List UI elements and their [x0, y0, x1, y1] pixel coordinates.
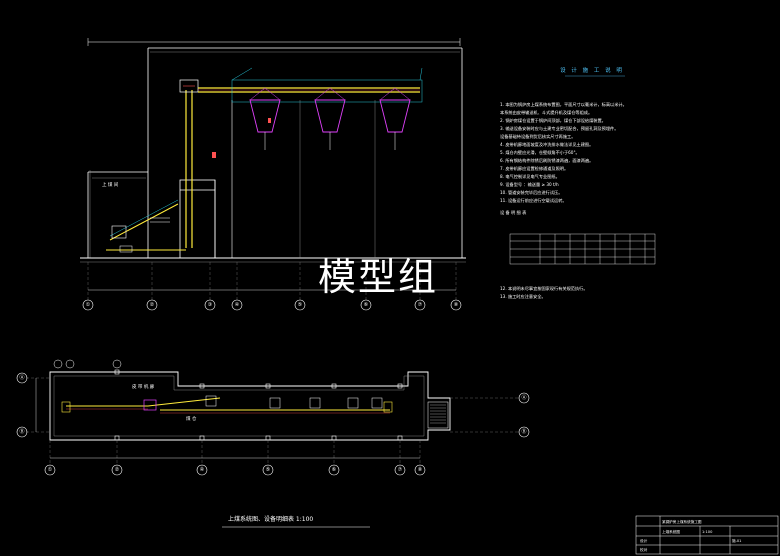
note-line-9: 7. 皮带机廊应设置检修通道及照明。: [500, 165, 568, 172]
note-line-8: 6. 所有钢结构件除锈后刷防锈漆两遍，面漆两遍。: [500, 157, 593, 164]
notes-title: 设 计 施 工 说 明: [560, 66, 624, 74]
plan-axis-1: ①: [48, 467, 53, 473]
plan-axis-right-a: Ⓐ: [521, 394, 526, 401]
note-line-2: 本系统由皮带输送机、斗式提升机及煤仓等组成。: [500, 109, 592, 116]
tb-drawing-name: 上煤系统图: [662, 529, 680, 534]
plan-axis-5: ⑤: [266, 467, 270, 473]
plan-axis-8: ⑧: [418, 467, 423, 473]
plan-room-conveyor: 皮 带 机 廊: [132, 383, 155, 390]
tb-checker: 校对: [640, 547, 648, 552]
elevation-axis-1: ①: [86, 302, 91, 308]
plan-axis-left-b: Ⓑ: [19, 428, 24, 435]
note-line-12: 10. 管道安装完毕后应进行试压。: [500, 189, 562, 196]
note-line-3: 2. 锅炉房煤仓设置于锅炉间顶部，煤仓下部设给煤装置。: [500, 117, 606, 124]
plan-axis-right-b: Ⓑ: [521, 428, 526, 435]
note-line-10: 8. 电气控制详见电气专业图纸。: [500, 173, 560, 180]
elevation-axis-2: ②: [150, 302, 155, 308]
tb-scale: 1:100: [702, 530, 713, 534]
plan-axis-left-a: Ⓐ: [19, 374, 24, 381]
elevation-axis-4: ④: [235, 302, 240, 308]
plan-axis-4: ④: [200, 467, 205, 473]
note-line-1: 1. 本图为锅炉房上煤系统布置图，平面尺寸以毫米计，标高以米计。: [500, 101, 627, 108]
watermark-text: 模型组: [318, 255, 438, 299]
tb-project: 某锅炉房上煤系统施工图: [662, 519, 702, 524]
plan-axis-7: ⑦: [398, 467, 403, 473]
elevation-axis-6: ⑥: [364, 302, 369, 308]
note-line-14: 12. 本说明未尽事宜按国家现行有关规范执行。: [500, 285, 588, 292]
plan-axis-2: ②: [115, 467, 120, 473]
plan-axis-6: ⑥: [332, 467, 337, 473]
note-line-13: 11. 设备运行前应进行空载试运转。: [500, 197, 567, 204]
cad-drawing-canvas: 上 煤 间 ① ② ③ ④ ⑤ ⑥ ⑦ ⑧ 设 计 施 工 说 明 1. 本图为…: [0, 0, 780, 556]
note-line-11: 9. 设备型号 ：输送量 ≥ 30 t/h: [500, 181, 559, 188]
tb-designer: 设计: [640, 538, 648, 543]
elevation-axis-7: ⑦: [418, 302, 423, 308]
elevation-axis-5: ⑤: [298, 302, 302, 308]
elevation-axis-3: ③: [208, 302, 212, 308]
note-line-15: 13. 施工时应注意安全。: [500, 293, 546, 300]
plan-caption: 上煤系统图、设备明细表 1:100: [228, 515, 313, 523]
elevation-room-label: 上 煤 间: [102, 181, 119, 188]
note-line-7: 5. 煤仓内壁应光滑，仓壁倾角不小于60°。: [500, 149, 580, 156]
elevation-axis-8: ⑧: [454, 302, 459, 308]
tb-sheet: 施-01: [732, 538, 741, 543]
note-line-4: 3. 输送设备安装时应与土建专业密切配合，预留孔洞及预埋件。: [500, 125, 618, 132]
notes-table-header: 设 备 明 细 表: [500, 209, 527, 216]
note-line-5: 设备基础待设备到货后核实尺寸再施工。: [500, 133, 575, 140]
plan-room-coal: 煤 仓: [186, 415, 197, 422]
note-line-6: 4. 皮带机廊地面坡度及冲洗排水做法详见土建图。: [500, 141, 593, 148]
